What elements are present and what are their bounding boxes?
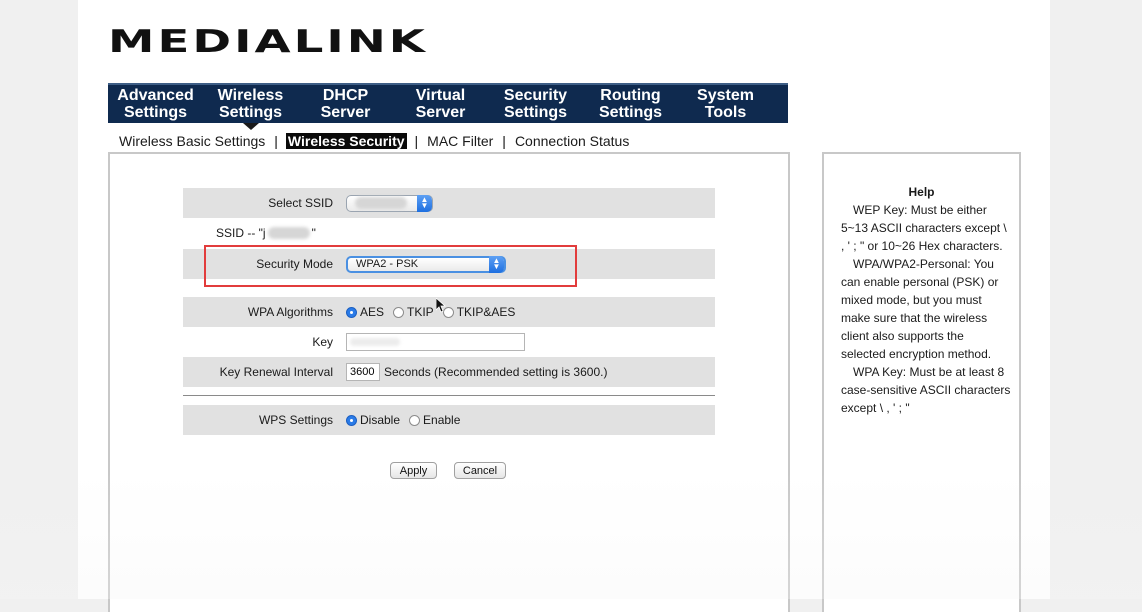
security-mode-label: Security Mode [256,257,333,271]
section-divider [183,395,715,396]
logo-text: MEDIALINK [108,24,428,60]
radio-wps-disable-label: Disable [360,413,401,427]
help-body: WEP Key: Must be either 5~13 ASCII chara… [841,201,1011,417]
mouse-cursor-icon [436,298,446,313]
select-arrows-icon: ▲ ▼ [489,255,504,273]
radio-wps-enable-label: Enable [423,413,461,427]
help-paragraph-wep: WEP Key: Must be either 5~13 ASCII chara… [841,203,1007,253]
nav-dhcp-server[interactable]: DHCP Server [298,85,393,123]
key-renewal-row: Key Renewal Interval Seconds (Recommende… [183,357,715,387]
key-renewal-label: Key Renewal Interval [219,365,333,379]
wpa-algorithms-row: WPA Algorithms AES TKIP TKIP&AES [183,297,715,327]
select-ssid-label: Select SSID [268,196,333,210]
key-renewal-input[interactable] [346,363,380,381]
help-title: Help [908,185,935,199]
medialink-logo: MEDIALINK [108,22,438,62]
subnav-separator: | [274,133,278,149]
radio-tkip[interactable] [393,306,405,318]
nav-wireless-settings[interactable]: Wireless Settings [203,85,298,130]
subnav-connection-status[interactable]: Connection Status [514,133,630,149]
ssid-suffix: " [311,226,316,240]
subnav-wireless-basic-settings[interactable]: Wireless Basic Settings [118,133,266,149]
nav-label-line1: Advanced [117,87,194,104]
nav-label-line1: DHCP [322,87,369,104]
key-input[interactable] [346,333,525,351]
nav-label-line2: Settings [598,104,663,121]
ssid-display-row: SSID -- "j " [183,218,715,248]
nav-label-line1: Virtual [415,87,466,104]
nav-label-line2: Settings [218,104,283,121]
security-mode-select[interactable]: WPA2 - PSK ▲ ▼ [346,255,506,273]
nav-security-settings[interactable]: Security Settings [488,85,583,123]
subnav-separator: | [502,133,506,149]
select-arrows-icon: ▲ ▼ [417,194,432,212]
help-paragraph-wpa-personal: WPA/WPA2-Personal: You can enable person… [841,257,999,361]
nav-virtual-server[interactable]: Virtual Server [393,85,488,123]
radio-wps-disable[interactable] [346,414,357,426]
nav-system-tools[interactable]: System Tools [678,85,773,123]
radio-tkip-aes-label: TKIP&AES [456,305,516,319]
subnav-wireless-security[interactable]: Wireless Security [285,133,407,149]
radio-aes[interactable] [346,306,357,318]
radio-tkip-label: TKIP [407,305,434,319]
nav-label-line1: System [697,87,754,104]
nav-label-line1: Wireless [217,87,284,104]
help-panel: Help WEP Key: Must be either 5~13 ASCII … [822,152,1021,612]
nav-label-line1: Routing [600,87,661,104]
subnav-separator: | [414,133,419,149]
apply-button[interactable]: Apply [390,462,437,479]
key-label: Key [312,335,333,349]
nav-label-line2: Tools [704,104,747,121]
wps-settings-row: WPS Settings Disable Enable [183,405,715,435]
select-ssid-row: Select SSID ▲ ▼ [183,188,715,218]
ssid-prefix: SSID -- "j [216,226,266,240]
security-mode-value: WPA2 - PSK [356,258,419,270]
sub-nav: Wireless Basic Settings | Wireless Secur… [118,131,630,151]
help-paragraph-wpa-key: WPA Key: Must be at least 8 case-sensiti… [841,365,1011,415]
security-mode-row: Security Mode WPA2 - PSK ▲ ▼ [183,249,715,279]
ssid-redacted [355,197,407,209]
key-row: Key [183,327,715,357]
radio-wps-enable[interactable] [409,414,421,426]
cancel-button[interactable]: Cancel [454,462,506,479]
radio-aes-label: AES [360,305,385,319]
ssid-name-redacted [267,227,310,239]
nav-routing-settings[interactable]: Routing Settings [583,85,678,123]
key-renewal-suffix: Seconds (Recommended setting is 3600.) [384,365,608,379]
nav-label-line1: Security [503,87,568,104]
nav-label-line2: Server [320,104,371,121]
nav-label-line2: Settings [503,104,568,121]
wpa-algorithms-label: WPA Algorithms [247,305,333,319]
wps-settings-label: WPS Settings [258,413,333,427]
key-redacted [350,338,400,346]
top-nav: Advanced Settings Wireless Settings DHCP… [108,83,788,130]
subnav-mac-filter[interactable]: MAC Filter [426,133,494,149]
ssid-select[interactable]: ▲ ▼ [346,194,433,212]
nav-label-line2: Server [415,104,466,121]
nav-label-line2: Settings [123,104,188,121]
nav-advanced-settings[interactable]: Advanced Settings [108,85,203,123]
